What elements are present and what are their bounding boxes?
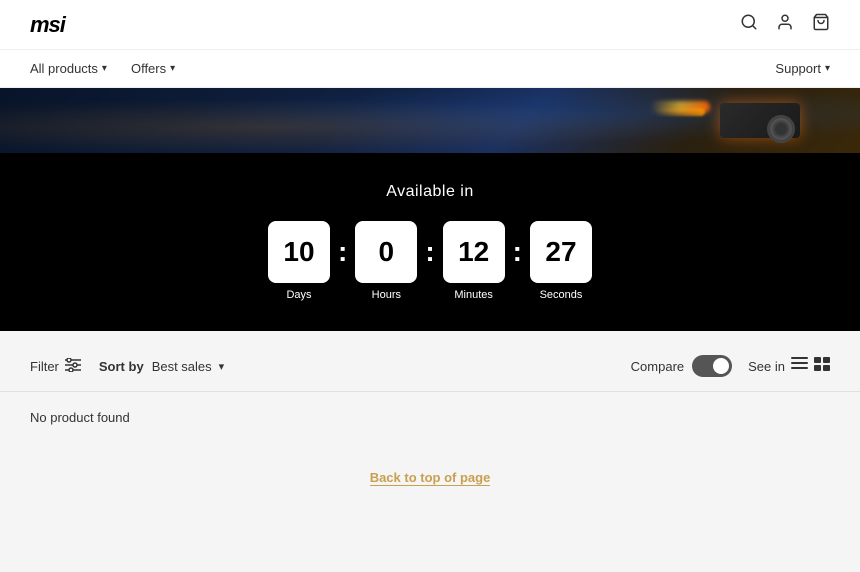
- chevron-down-icon: ▾: [102, 63, 107, 74]
- hero-banner: [0, 88, 860, 153]
- sort-label: Sort by: [99, 359, 144, 374]
- sort-button[interactable]: Sort by Best sales ▾: [99, 359, 224, 374]
- countdown-hours-box: 0: [355, 221, 417, 283]
- filter-bar-right: Compare See in: [631, 355, 830, 377]
- countdown-minutes: 12 Minutes: [443, 221, 505, 301]
- sort-chevron-icon: ▾: [219, 360, 225, 373]
- logo[interactable]: msi: [30, 12, 65, 38]
- gpu-flame2: [655, 108, 705, 116]
- countdown-minutes-label: Minutes: [454, 289, 493, 301]
- chevron-down-icon: ▾: [825, 63, 830, 74]
- separator-3: :: [513, 236, 522, 268]
- hero-gpu-image: [690, 93, 800, 148]
- filter-bar-left: Filter Sort by Best sales ▾: [30, 358, 224, 375]
- back-to-top-link[interactable]: Back to top of page: [370, 470, 491, 486]
- countdown-minutes-box: 12: [443, 221, 505, 283]
- header-icons: [740, 13, 830, 36]
- countdown-timer: 10 Days : 0 Hours : 12 Minutes : 27 Seco…: [268, 221, 592, 301]
- countdown-hours: 0 Hours: [355, 221, 417, 301]
- countdown-days: 10 Days: [268, 221, 330, 301]
- countdown-title: Available in: [386, 183, 474, 201]
- navbar: All products ▾ Offers ▾ Support ▾: [0, 50, 860, 88]
- navbar-left: All products ▾ Offers ▾: [30, 61, 175, 76]
- grid-view-icon[interactable]: [814, 357, 830, 376]
- cart-icon[interactable]: [812, 13, 830, 36]
- navbar-right: Support ▾: [775, 61, 830, 76]
- see-in-label: See in: [748, 359, 785, 374]
- footer: Back to top of page: [0, 452, 860, 504]
- products-area: No product found: [0, 392, 860, 452]
- countdown-section: Available in 10 Days : 0 Hours : 12 Minu…: [0, 153, 860, 331]
- no-product-message: No product found: [30, 410, 830, 425]
- compare-label: Compare: [631, 359, 684, 374]
- sort-value: Best sales: [152, 359, 212, 374]
- toggle-track: [692, 355, 732, 377]
- nav-all-products[interactable]: All products ▾: [30, 61, 107, 76]
- countdown-seconds-box: 27: [530, 221, 592, 283]
- search-icon[interactable]: [740, 13, 758, 36]
- nav-offers[interactable]: Offers ▾: [131, 61, 175, 76]
- separator-2: :: [425, 236, 434, 268]
- filter-button[interactable]: Filter: [30, 358, 81, 375]
- gpu-body: [720, 103, 800, 138]
- countdown-seconds: 27 Seconds: [530, 221, 592, 301]
- compare-section: Compare: [631, 355, 732, 377]
- countdown-days-box: 10: [268, 221, 330, 283]
- gpu-fan: [767, 115, 795, 143]
- filter-bar: Filter Sort by Best sales ▾ Compare: [0, 341, 860, 392]
- toggle-thumb: [713, 358, 729, 374]
- list-view-icon[interactable]: [791, 357, 808, 376]
- filter-sliders-icon: [65, 358, 81, 375]
- filter-label: Filter: [30, 359, 59, 374]
- countdown-hours-label: Hours: [372, 289, 401, 301]
- nav-support[interactable]: Support ▾: [775, 61, 830, 76]
- see-in-section: See in: [748, 357, 830, 376]
- countdown-seconds-label: Seconds: [540, 289, 583, 301]
- compare-toggle[interactable]: [692, 355, 732, 377]
- chevron-down-icon: ▾: [170, 63, 175, 74]
- separator-1: :: [338, 236, 347, 268]
- header: msi: [0, 0, 860, 50]
- countdown-days-label: Days: [286, 289, 311, 301]
- user-icon[interactable]: [776, 13, 794, 36]
